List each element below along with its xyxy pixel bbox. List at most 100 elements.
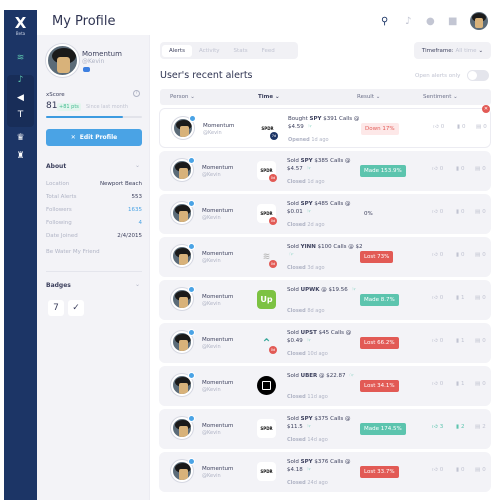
comment-button[interactable]: ▤ 0 — [475, 381, 486, 387]
alert-title[interactable]: Sold UPWK @ $19.56 ☞ — [287, 287, 365, 295]
alerts-bell-icon[interactable]: ♪ — [4, 72, 37, 88]
user-avatar[interactable] — [470, 12, 488, 30]
about-row: Location Newport Beach — [46, 181, 142, 191]
alert-title[interactable]: Sold UPST $45 Calls @ $0.49 ☞ — [287, 330, 365, 345]
col-person[interactable]: Person ⌄ — [170, 94, 195, 100]
tab-alerts[interactable]: Alerts — [162, 44, 192, 57]
row-name[interactable]: Momentum — [202, 423, 233, 429]
bookmark-button[interactable]: ▮ 0 — [456, 209, 465, 215]
help-icon[interactable]: ? — [133, 90, 140, 97]
edit-profile-button[interactable]: ✕ Edit Profile — [46, 129, 142, 146]
comment-button[interactable]: ▤ 0 — [475, 209, 486, 215]
open-alerts-toggle[interactable] — [467, 70, 489, 81]
trophy-icon[interactable]: ♛ — [4, 130, 37, 146]
alert-row[interactable]: Momentum @Kevin SPDR 0d Sold SPY $485 Ca… — [159, 194, 491, 234]
search-icon[interactable]: ⚲ — [381, 16, 388, 27]
profile-avatar[interactable] — [46, 44, 79, 77]
like-button[interactable]: 👍︎ 0 — [433, 124, 444, 130]
xscore-label: xScore — [46, 92, 65, 98]
tab-stats[interactable]: Stats — [227, 45, 255, 57]
bookmark-button[interactable]: ▮ 1 — [456, 295, 465, 301]
row-name[interactable]: Momentum — [202, 208, 233, 214]
message-badge-icon — [188, 372, 195, 379]
bell-icon[interactable]: ♪ — [405, 16, 411, 27]
alert-row[interactable]: Momentum @Kevin Up Sold UPWK @ $19.56 ☞ … — [159, 280, 491, 320]
signal-icon[interactable]: ≋ — [4, 50, 37, 66]
col-time[interactable]: Time ⌄ — [258, 94, 280, 100]
like-button[interactable]: 👍︎ 0 — [432, 338, 443, 344]
comment-button[interactable]: ▤ 0 — [475, 467, 486, 473]
alert-row[interactable]: Momentum @Kevin SPDR Sold SPY $375 Calls… — [159, 409, 491, 449]
alert-row[interactable]: Momentum @Kevin SPDR Sold SPY $376 Calls… — [159, 452, 491, 492]
about-value[interactable]: 4 — [139, 220, 143, 230]
bookmark-button[interactable]: ▮ 0 — [456, 252, 465, 258]
row-name[interactable]: Momentum — [202, 466, 233, 472]
row-name[interactable]: Momentum — [202, 165, 233, 171]
alert-row[interactable]: Momentum @Kevin SPDR 0d Sold SPY $385 Ca… — [159, 151, 491, 191]
badge-check[interactable]: ✓ — [68, 300, 84, 316]
comment-button[interactable]: ▤ 0 — [475, 295, 486, 301]
row-name[interactable]: Momentum — [203, 123, 234, 129]
chat-icon[interactable]: ● — [426, 16, 435, 27]
comment-button[interactable]: ▤ 0 — [476, 124, 487, 130]
like-button[interactable]: 👍︎ 0 — [432, 209, 443, 215]
row-name[interactable]: Momentum — [202, 251, 233, 257]
timeframe-select[interactable]: Timeframe: All time ⌄ — [414, 42, 491, 59]
like-button[interactable]: 👍︎ 0 — [432, 252, 443, 258]
alert-row[interactable]: Momentum @Kevin SPDR 7d Bought SPY $391 … — [159, 108, 491, 148]
like-count: 0 — [439, 295, 444, 301]
comment-button[interactable]: ▤ 0 — [475, 252, 486, 258]
like-button[interactable]: 👍︎ 3 — [432, 424, 443, 430]
bookmark-button[interactable]: ▮ 1 — [456, 338, 465, 344]
alert-title[interactable]: Sold SPY $375 Calls @ $11.5 ☞ — [287, 416, 365, 431]
tab-activity[interactable]: Activity — [192, 45, 227, 57]
bookmark-count: 1 — [461, 338, 465, 344]
result-badge: Made 8.7% — [360, 294, 399, 306]
bookmark-icon: ▮ — [457, 124, 461, 130]
ticker-logo: Up — [257, 290, 276, 309]
comment-button[interactable]: ▤ 0 — [475, 166, 486, 172]
graduation-icon[interactable]: ♜ — [4, 148, 37, 164]
alert-ticker: UBER — [300, 373, 318, 379]
bookmark-button[interactable]: ▮ 0 — [456, 467, 465, 473]
col-sentiment[interactable]: Sentiment ⌄ — [423, 94, 458, 100]
alert-title[interactable]: Sold UBER @ $22.87 ☞ — [287, 373, 365, 381]
comment-button[interactable]: ▤ 2 — [475, 424, 486, 430]
badge-7[interactable]: 7 — [48, 300, 64, 316]
filter-icon[interactable]: T — [4, 107, 37, 123]
row-name[interactable]: Momentum — [202, 337, 233, 343]
row-name[interactable]: Momentum — [202, 294, 233, 300]
alert-title[interactable]: Sold YINN $100 Calls @ $2 ☞ — [287, 244, 365, 259]
alert-title[interactable]: Sold SPY $376 Calls @ $4.18 ☞ — [287, 459, 365, 474]
badges-chevron-icon[interactable]: ⌄ — [135, 281, 140, 288]
bookmark-button[interactable]: ▮ 1 — [456, 381, 465, 387]
about-chevron-icon[interactable]: ⌄ — [135, 162, 140, 169]
comment-button[interactable]: ▤ 0 — [475, 338, 486, 344]
tab-feed[interactable]: Feed — [255, 45, 282, 57]
discord-icon[interactable] — [83, 67, 90, 72]
alert-row[interactable]: Momentum @Kevin ≋ 0d Sold YINN $100 Call… — [159, 237, 491, 277]
xscore-since: Since last month — [86, 104, 128, 110]
alert-title[interactable]: Sold SPY $485 Calls @ $0.01 ☞ — [287, 201, 365, 216]
bookmark-button[interactable]: ▮ 2 — [456, 424, 465, 430]
close-icon[interactable]: ✕ — [482, 105, 490, 113]
alert-status: Closed 1d ago — [287, 179, 325, 185]
col-result[interactable]: Result ⌄ — [357, 94, 380, 100]
app-logo[interactable]: X Beta — [4, 16, 37, 37]
like-button[interactable]: 👍︎ 0 — [432, 467, 443, 473]
alert-row[interactable]: Momentum @Kevin ⌃ 0d Sold UPST $45 Calls… — [159, 323, 491, 363]
like-button[interactable]: 👍︎ 0 — [432, 166, 443, 172]
comment-icon: ▤ — [476, 124, 482, 130]
alert-title[interactable]: Bought SPY $391 Calls @ $4.59 ☞ — [288, 116, 366, 131]
discord-nav-icon[interactable]: ■ — [448, 16, 457, 27]
like-button[interactable]: 👍︎ 0 — [432, 381, 443, 387]
bookmark-button[interactable]: ▮ 0 — [456, 166, 465, 172]
result-badge: Lost 73% — [360, 251, 394, 263]
about-value[interactable]: 1635 — [128, 207, 142, 217]
megaphone-icon[interactable]: ◀ — [4, 90, 37, 106]
row-name[interactable]: Momentum — [202, 380, 233, 386]
bookmark-button[interactable]: ▮ 0 — [457, 124, 466, 130]
alert-title[interactable]: Sold SPY $385 Calls @ $4.57 ☞ — [287, 158, 365, 173]
alert-row[interactable]: Momentum @Kevin Sold UBER @ $22.87 ☞ Clo… — [159, 366, 491, 406]
like-button[interactable]: 👍︎ 0 — [432, 295, 443, 301]
